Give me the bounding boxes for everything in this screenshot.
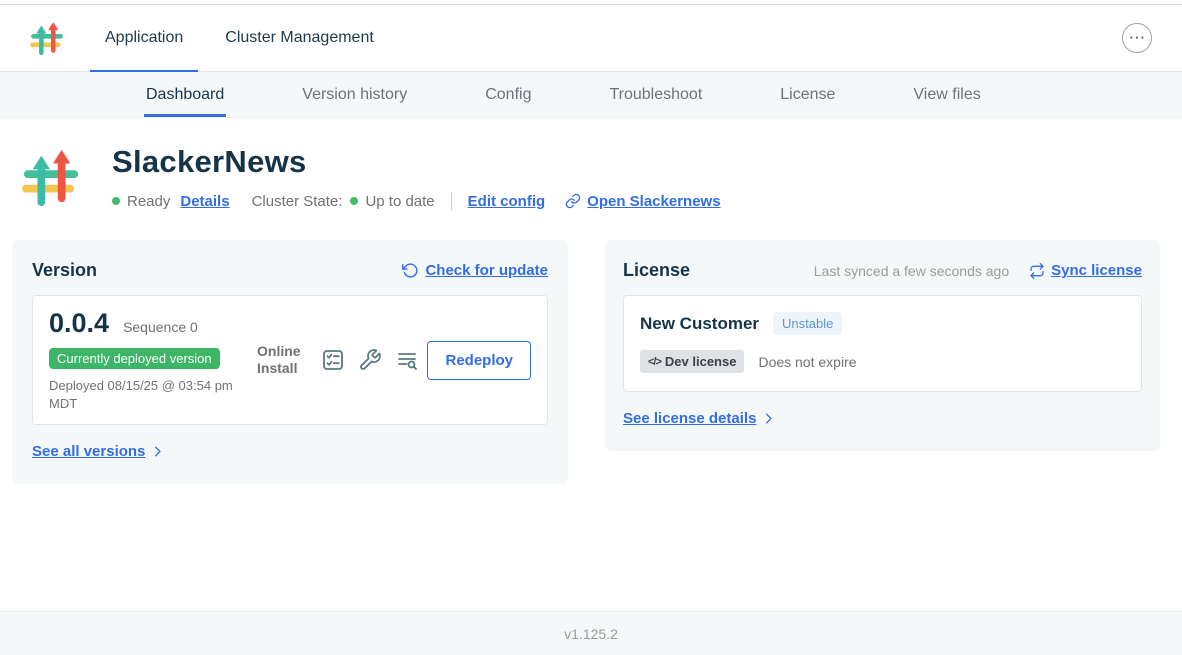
subnav-item-version-history[interactable]: Version history <box>302 72 407 117</box>
see-license-details-link[interactable]: See license details <box>623 410 776 427</box>
subnav-item-license[interactable]: License <box>780 72 835 117</box>
license-card: License Last synced a few seconds ago Sy… <box>605 240 1160 451</box>
channel-badge: Unstable <box>773 312 842 335</box>
open-app-link-label: Open Slackernews <box>587 193 720 210</box>
top-nav-tabs: Application Cluster Management <box>90 5 401 71</box>
subnav-item-troubleshoot[interactable]: Troubleshoot <box>609 72 702 117</box>
subnav-item-view-files[interactable]: View files <box>913 72 980 117</box>
version-card-title: Version <box>32 260 97 281</box>
check-for-update-link[interactable]: Check for update <box>402 262 548 279</box>
subnav-item-dashboard[interactable]: Dashboard <box>146 72 224 117</box>
cluster-state-dot <box>350 197 358 205</box>
sync-license-label: Sync license <box>1051 262 1142 279</box>
sync-icon <box>1029 263 1045 279</box>
subnav-label: View files <box>913 86 980 104</box>
cluster-state-label: Cluster State: <box>252 193 343 210</box>
sequence-label: Sequence 0 <box>123 319 198 335</box>
subnav-label: Dashboard <box>146 86 224 104</box>
tab-application[interactable]: Application <box>90 5 198 71</box>
page: Application Cluster Management ⋯ Dashboa… <box>0 0 1182 655</box>
app-sub-nav: Dashboard Version history Config Trouble… <box>0 72 1182 118</box>
console-version: v1.125.2 <box>564 626 618 642</box>
tab-cluster-management-label: Cluster Management <box>225 29 374 47</box>
license-type-badge: </> Dev license <box>640 350 744 373</box>
version-number: 0.0.4 <box>49 308 109 339</box>
subnav-label: License <box>780 86 835 104</box>
refresh-icon <box>402 262 419 279</box>
code-icon: </> <box>648 356 661 368</box>
subnav-item-config[interactable]: Config <box>485 72 531 117</box>
subnav-label: Troubleshoot <box>609 86 702 104</box>
overflow-menu-button[interactable]: ⋯ <box>1122 23 1152 53</box>
deployed-version-panel: 0.0.4 Sequence 0 Currently deployed vers… <box>32 295 548 425</box>
divider <box>451 192 452 210</box>
sync-license-link[interactable]: Sync license <box>1029 262 1142 279</box>
subnav-label: Config <box>485 86 531 104</box>
ready-status-dot <box>112 197 120 205</box>
top-nav-bar: Application Cluster Management ⋯ <box>0 4 1182 72</box>
version-card: Version Check for update 0.0.4 Sequence … <box>12 240 568 484</box>
redeploy-button[interactable]: Redeploy <box>427 341 531 380</box>
license-expiration: Does not expire <box>758 354 856 370</box>
slackernews-logo-icon <box>30 21 64 55</box>
dashboard-cards: Version Check for update 0.0.4 Sequence … <box>0 210 1182 484</box>
view-logs-icon[interactable] <box>395 348 419 372</box>
chevron-right-icon <box>761 411 776 426</box>
see-license-details-label: See license details <box>623 410 756 427</box>
check-for-update-label: Check for update <box>425 262 548 279</box>
license-card-title: License <box>623 260 690 281</box>
version-action-icons <box>321 348 419 372</box>
footer: v1.125.2 <box>0 611 1182 655</box>
preflight-checklist-icon[interactable] <box>321 348 345 372</box>
app-status-row: Ready Details Cluster State: Up to date … <box>112 192 721 210</box>
license-details-panel: New Customer Unstable </> Dev license Do… <box>623 295 1142 392</box>
subnav-label: Version history <box>302 86 407 104</box>
app-icon <box>22 148 80 206</box>
cluster-state-value: Up to date <box>365 193 434 210</box>
see-all-versions-link[interactable]: See all versions <box>32 443 165 460</box>
details-link[interactable]: Details <box>180 193 229 210</box>
ready-status-text: Ready <box>127 193 170 210</box>
tab-cluster-management[interactable]: Cluster Management <box>210 5 389 71</box>
customer-name: New Customer <box>640 314 759 334</box>
tab-application-label: Application <box>105 29 183 47</box>
open-app-link[interactable]: Open Slackernews <box>565 193 720 210</box>
config-wrench-icon[interactable] <box>358 348 382 372</box>
edit-config-link[interactable]: Edit config <box>468 193 546 210</box>
page-title: SlackerNews <box>112 144 721 180</box>
deployed-timestamp: Deployed 08/15/25 @ 03:54 pm MDT <box>49 377 249 412</box>
last-synced-text: Last synced a few seconds ago <box>814 263 1009 279</box>
chevron-right-icon <box>150 444 165 459</box>
license-type-label: Dev license <box>665 354 737 369</box>
ellipsis-icon: ⋯ <box>1129 29 1146 46</box>
see-all-versions-label: See all versions <box>32 443 145 460</box>
currently-deployed-badge: Currently deployed version <box>49 348 220 369</box>
link-icon <box>565 193 581 209</box>
install-type-label: Online Install <box>257 343 309 378</box>
app-header: SlackerNews Ready Details Cluster State:… <box>0 118 1182 210</box>
